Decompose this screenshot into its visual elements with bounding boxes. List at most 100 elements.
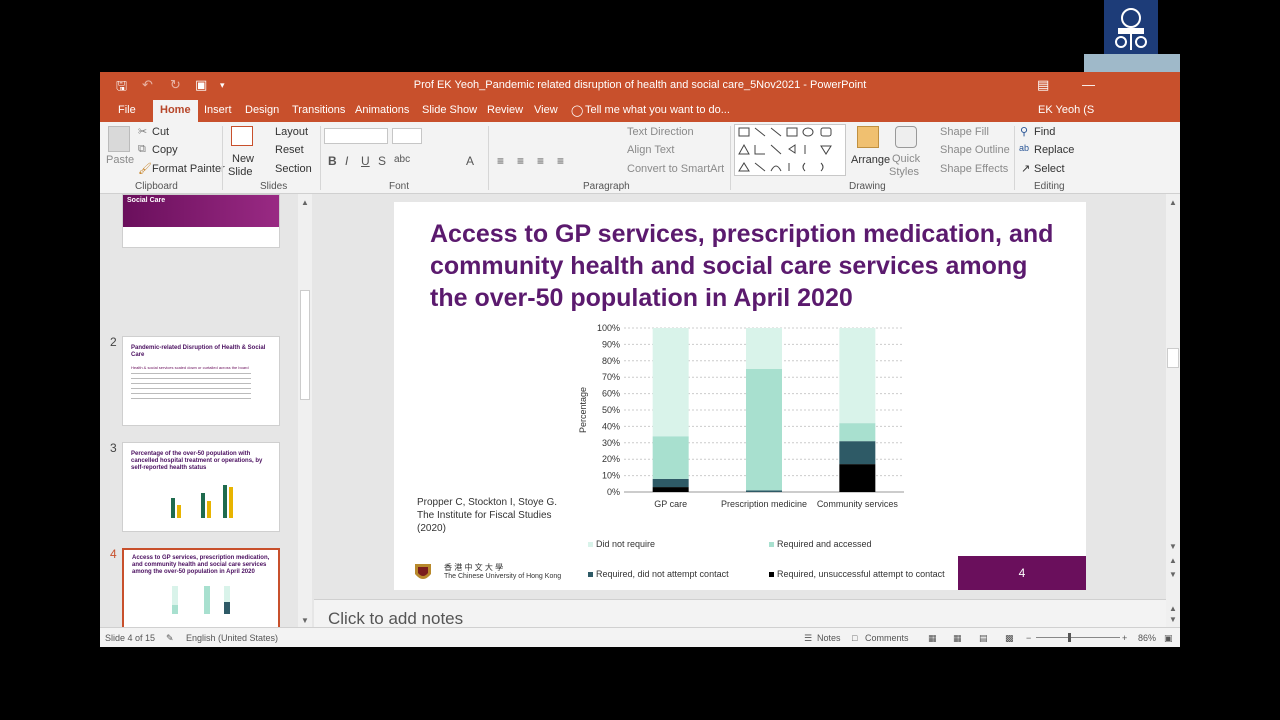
reading-view-icon[interactable]: ▤: [979, 633, 988, 644]
citation[interactable]: Propper C, Stockton I, Stoye G. The Inst…: [417, 496, 577, 535]
thumbnail-slide-2[interactable]: Pandemic-related Disruption of Health & …: [122, 336, 280, 426]
tab-transitions[interactable]: Transitions: [292, 104, 345, 116]
underline-icon[interactable]: U: [361, 154, 370, 168]
tab-animations[interactable]: Animations: [355, 104, 409, 116]
slide-sorter-icon[interactable]: ▦: [953, 633, 962, 644]
align-right-icon[interactable]: ≡: [537, 154, 544, 168]
slide-footer-bar: 4: [958, 556, 1086, 590]
shapes-gallery[interactable]: [734, 124, 846, 176]
zoom-out-icon[interactable]: −: [1026, 633, 1031, 643]
scroll-up-icon[interactable]: ▲: [1169, 198, 1177, 207]
italic-icon[interactable]: I: [345, 154, 348, 168]
scroll-down-icon[interactable]: ▼: [1169, 615, 1177, 624]
justify-icon[interactable]: ≡: [557, 154, 564, 168]
tab-design[interactable]: Design: [245, 104, 279, 116]
fit-slide-icon[interactable]: ▣: [1164, 633, 1173, 644]
select-button[interactable]: Select: [1034, 163, 1065, 175]
new-slide-button-line2[interactable]: Slide: [228, 166, 252, 178]
thumbnail-subtitle: Health & social services scaled down or …: [131, 365, 249, 370]
bar-segment: [652, 487, 689, 492]
text-direction-button[interactable]: Text Direction: [627, 126, 694, 138]
thumbnail-title: Social Care: [127, 197, 166, 204]
arrange-icon[interactable]: [857, 126, 879, 148]
stacked-bar-chart[interactable]: 0% 10% 20% 30% 40% 50% 60% 70% 80% 90% 100% Percent…: [574, 320, 914, 520]
tab-insert[interactable]: Insert: [204, 104, 232, 116]
slideshow-icon[interactable]: ▩: [1005, 633, 1014, 644]
tab-view[interactable]: View: [534, 104, 558, 116]
zoom-slider-thumb[interactable]: [1068, 633, 1071, 642]
font-color-icon[interactable]: A: [466, 154, 474, 168]
y-tick-label: 60%: [602, 389, 620, 399]
zoom-level[interactable]: 86%: [1138, 633, 1156, 643]
quick-styles-button[interactable]: Quick: [892, 153, 920, 165]
comments-icon: □: [852, 633, 858, 643]
convert-smartart-button[interactable]: Convert to SmartArt: [627, 163, 724, 175]
find-button[interactable]: Find: [1034, 126, 1055, 138]
paste-button[interactable]: Paste: [106, 154, 134, 166]
slide-title[interactable]: Access to GP services, prescription medi…: [430, 218, 1070, 314]
language-indicator[interactable]: English (United States): [186, 633, 278, 643]
font-name-field[interactable]: [324, 128, 388, 144]
zoom-in-icon[interactable]: +: [1122, 633, 1127, 643]
normal-view-icon[interactable]: ▦: [928, 633, 937, 644]
y-tick-label: 10%: [602, 471, 620, 481]
tab-file[interactable]: File: [118, 104, 136, 116]
notes-pane[interactable]: Click to add notes: [314, 599, 1166, 629]
arrange-button[interactable]: Arrange: [851, 154, 890, 166]
bold-icon[interactable]: B: [328, 154, 337, 168]
new-slide-icon[interactable]: [231, 126, 253, 146]
thumbnails-scrollbar[interactable]: ▲ ▼: [298, 194, 312, 627]
thumbnail-number: 4: [110, 547, 117, 561]
paste-icon[interactable]: [108, 126, 130, 152]
format-painter-button[interactable]: Format Painter: [152, 163, 225, 175]
user-name[interactable]: EK Yeoh (S: [1038, 104, 1094, 116]
thumbnail-number: 2: [110, 335, 117, 349]
slide-scrollbar[interactable]: ▲ ▼ ▲ ▼ ▲ ▼: [1166, 194, 1180, 627]
shadow-icon[interactable]: S: [378, 154, 386, 168]
reset-button[interactable]: Reset: [275, 144, 304, 156]
quick-styles-button-line2[interactable]: Styles: [889, 166, 919, 178]
citation-authors: Propper C, Stockton I, Stoye G.: [417, 497, 558, 508]
legend-unsuccessful-attempt: Required, unsuccessful attempt to contac…: [769, 569, 945, 579]
notes-placeholder[interactable]: Click to add notes: [328, 609, 463, 629]
next-slide-icon[interactable]: ▼: [1169, 570, 1177, 579]
strikethrough-icon[interactable]: abc: [394, 154, 410, 165]
tab-review[interactable]: Review: [487, 104, 523, 116]
scroll-up-icon[interactable]: ▲: [1169, 604, 1177, 613]
spell-check-icon[interactable]: ✎: [166, 633, 174, 644]
bar-segment: [746, 490, 782, 492]
replace-button[interactable]: Replace: [1034, 144, 1074, 156]
cut-button[interactable]: Cut: [152, 126, 169, 138]
font-size-field[interactable]: [392, 128, 422, 144]
section-button[interactable]: Section: [275, 163, 312, 175]
notes-icon: ☰: [804, 633, 813, 643]
layout-button[interactable]: Layout: [275, 126, 308, 138]
align-center-icon[interactable]: ≡: [517, 154, 524, 168]
scroll-down-icon[interactable]: ▼: [301, 616, 309, 625]
legend-swatch: [588, 572, 593, 578]
shape-fill-button[interactable]: Shape Fill: [940, 126, 989, 138]
align-text-button[interactable]: Align Text: [627, 144, 675, 156]
scroll-up-icon[interactable]: ▲: [301, 198, 309, 207]
y-tick-label: 50%: [602, 405, 620, 415]
notes-toggle[interactable]: Notes: [817, 633, 841, 643]
thumbnail-slide-1[interactable]: Social Care: [122, 194, 280, 248]
quick-styles-icon[interactable]: [895, 126, 917, 148]
minimize-icon[interactable]: —: [1082, 77, 1095, 92]
shape-outline-button[interactable]: Shape Outline: [940, 144, 1010, 156]
copy-button[interactable]: Copy: [152, 144, 178, 156]
scroll-down-icon[interactable]: ▼: [1169, 542, 1177, 551]
powerpoint-window: 🖫 ↶ ↻ ▣ ▾ Prof EK Yeoh_Pandemic related …: [100, 72, 1180, 647]
new-slide-button[interactable]: New: [232, 153, 254, 165]
zoom-slider[interactable]: [1036, 637, 1120, 638]
comments-toggle[interactable]: Comments: [865, 633, 909, 643]
tell-me-search[interactable]: Tell me what you want to do...: [585, 104, 730, 116]
align-left-icon[interactable]: ≡: [497, 154, 504, 168]
slide-canvas[interactable]: Access to GP services, prescription medi…: [394, 202, 1086, 590]
shape-effects-button[interactable]: Shape Effects: [940, 163, 1008, 175]
tab-home[interactable]: Home: [153, 100, 198, 122]
tab-slide-show[interactable]: Slide Show: [422, 104, 477, 116]
thumbnail-slide-3[interactable]: Percentage of the over-50 population wit…: [122, 442, 280, 532]
ribbon-display-icon[interactable]: ▤: [1037, 77, 1049, 93]
previous-slide-icon[interactable]: ▲: [1169, 556, 1177, 565]
